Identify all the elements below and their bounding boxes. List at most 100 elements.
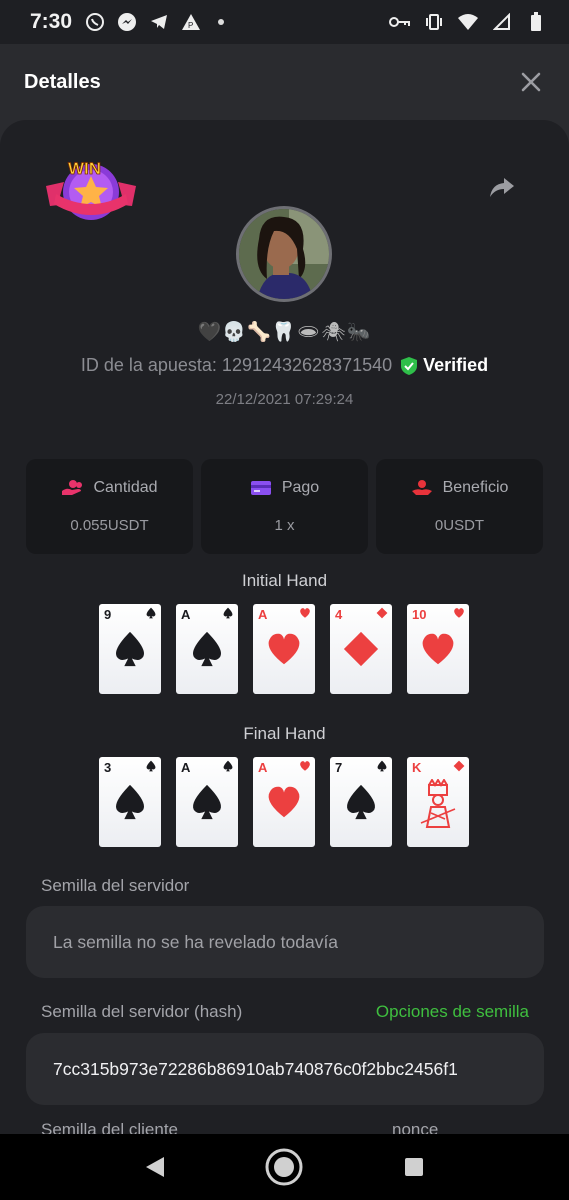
stat-profit: Beneficio 0USDT — [376, 459, 543, 554]
card-9-spades: 9 — [99, 604, 161, 694]
battery-icon — [525, 11, 547, 33]
status-time: 7:30 — [30, 10, 73, 33]
notification-dot — [218, 19, 225, 25]
spade-icon — [223, 760, 233, 772]
final-hand-cards: 3 A A 7 K — [99, 757, 469, 847]
avatar — [236, 206, 332, 302]
coins-hand-icon — [62, 480, 83, 495]
server-seed-hash-field[interactable]: 7cc315b973e72286b86910ab740876c0f2bbc245… — [26, 1033, 544, 1105]
card-a-spades: A — [176, 604, 238, 694]
bet-id: ID de la apuesta: 12912432628371540 — [80, 355, 393, 375]
server-seed-hash-label: Semilla del servidor (hash) — [41, 1002, 243, 1021]
card-rank: A — [181, 607, 191, 622]
stat-profit-label: Beneficio — [442, 479, 509, 496]
wifi-icon — [457, 11, 479, 33]
card-icon — [250, 481, 271, 495]
profit-hand-icon — [411, 480, 432, 495]
recents-square-icon — [405, 1158, 424, 1176]
spade-icon — [146, 760, 156, 772]
spade-icon — [193, 784, 221, 820]
heart-icon — [422, 633, 454, 665]
verified-badge: Verified — [400, 355, 488, 376]
card-a-hearts: A — [253, 757, 315, 847]
details-header: Detalles — [0, 44, 569, 120]
share-icon — [490, 178, 514, 197]
spade-icon — [116, 784, 144, 820]
diamond-icon — [343, 631, 379, 667]
stat-profit-value: 0USDT — [434, 517, 485, 534]
spade-icon — [116, 631, 144, 667]
whatsapp-icon — [84, 11, 106, 33]
telegram-icon — [148, 11, 170, 33]
card-rank: A — [258, 760, 268, 775]
spade-icon — [193, 631, 221, 667]
close-icon — [521, 72, 541, 92]
stat-amount-value: 0.055USDT — [70, 517, 149, 534]
card-rank: A — [258, 607, 268, 622]
heart-icon — [268, 786, 300, 818]
card-rank: 3 — [104, 760, 112, 775]
initial-hand-cards: 9 A A 4 10 — [99, 604, 469, 694]
svg-text:WIN: WIN — [68, 159, 101, 178]
server-seed-label: Semilla del servidor — [41, 876, 190, 895]
signal-icon — [491, 11, 513, 33]
card-7-spades: 7 — [330, 757, 392, 847]
messenger-icon — [116, 11, 138, 33]
card-a-spades: A — [176, 757, 238, 847]
home-button[interactable] — [262, 1145, 306, 1189]
spade-icon — [377, 760, 387, 772]
card-rank: K — [412, 760, 422, 775]
details-sheet: WIN 🖤💀🦴🦷🕳🕷🐜 ID de la apuesta: 1291243262… — [0, 120, 569, 1134]
bet-datetime: 22/12/2021 07:29:24 — [215, 391, 354, 408]
diamond-icon — [453, 760, 465, 772]
spade-icon — [223, 607, 233, 619]
server-seed-field: La semilla no se ha revelado todavía — [26, 906, 544, 978]
card-rank: 7 — [335, 760, 343, 775]
status-bar: 7:30 P — [0, 0, 569, 44]
client-seed-label: Semilla del cliente — [41, 1120, 179, 1134]
back-triangle-icon — [145, 1157, 164, 1177]
stat-amount-label: Cantidad — [93, 479, 158, 496]
diamond-icon — [376, 607, 388, 619]
win-badge-icon: WIN — [46, 156, 136, 224]
card-rank: 9 — [104, 607, 112, 622]
card-rank: A — [181, 760, 191, 775]
card-k-diamonds: K — [407, 757, 469, 847]
card-4-diamonds: 4 — [330, 604, 392, 694]
card-10-hearts: 10 — [407, 604, 469, 694]
heart-icon — [300, 608, 310, 618]
bet-id-row: ID de la apuesta: 12912432628371540 Veri… — [0, 355, 569, 376]
page-title: Detalles — [24, 70, 101, 93]
seed-options-link[interactable]: Opciones de semilla — [376, 1002, 529, 1022]
king-figure-icon — [420, 779, 456, 828]
card-3-spades: 3 — [99, 757, 161, 847]
nonce-label: nonce — [392, 1120, 439, 1134]
heart-icon — [454, 608, 464, 618]
stat-payout-label: Pago — [281, 479, 320, 496]
stat-payout-value: 1 x — [274, 517, 295, 534]
heart-icon — [300, 761, 310, 771]
stat-amount: Cantidad 0.055USDT — [26, 459, 193, 554]
app-icon: P — [180, 11, 202, 33]
card-rank: 10 — [412, 607, 427, 622]
heart-icon — [268, 633, 300, 665]
svg-text:P: P — [188, 21, 193, 30]
spade-icon — [146, 607, 156, 619]
vibrate-icon — [423, 11, 445, 33]
shield-check-icon — [401, 356, 418, 375]
stat-payout: Pago 1 x — [201, 459, 368, 554]
system-nav-bar — [0, 1134, 569, 1200]
back-button[interactable] — [133, 1145, 177, 1189]
share-button[interactable] — [487, 172, 517, 202]
key-icon — [389, 11, 411, 33]
close-button[interactable] — [517, 68, 545, 96]
final-hand-title: Final Hand — [243, 724, 326, 743]
player-name: 🖤💀🦴🦷🕳🕷🐜 — [197, 322, 372, 343]
verified-label: Verified — [423, 355, 489, 375]
spade-icon — [347, 784, 375, 820]
initial-hand-title: Initial Hand — [241, 571, 328, 590]
home-circle-icon — [265, 1148, 303, 1186]
card-rank: 4 — [335, 607, 343, 622]
card-a-hearts: A — [253, 604, 315, 694]
recents-button[interactable] — [392, 1145, 436, 1189]
